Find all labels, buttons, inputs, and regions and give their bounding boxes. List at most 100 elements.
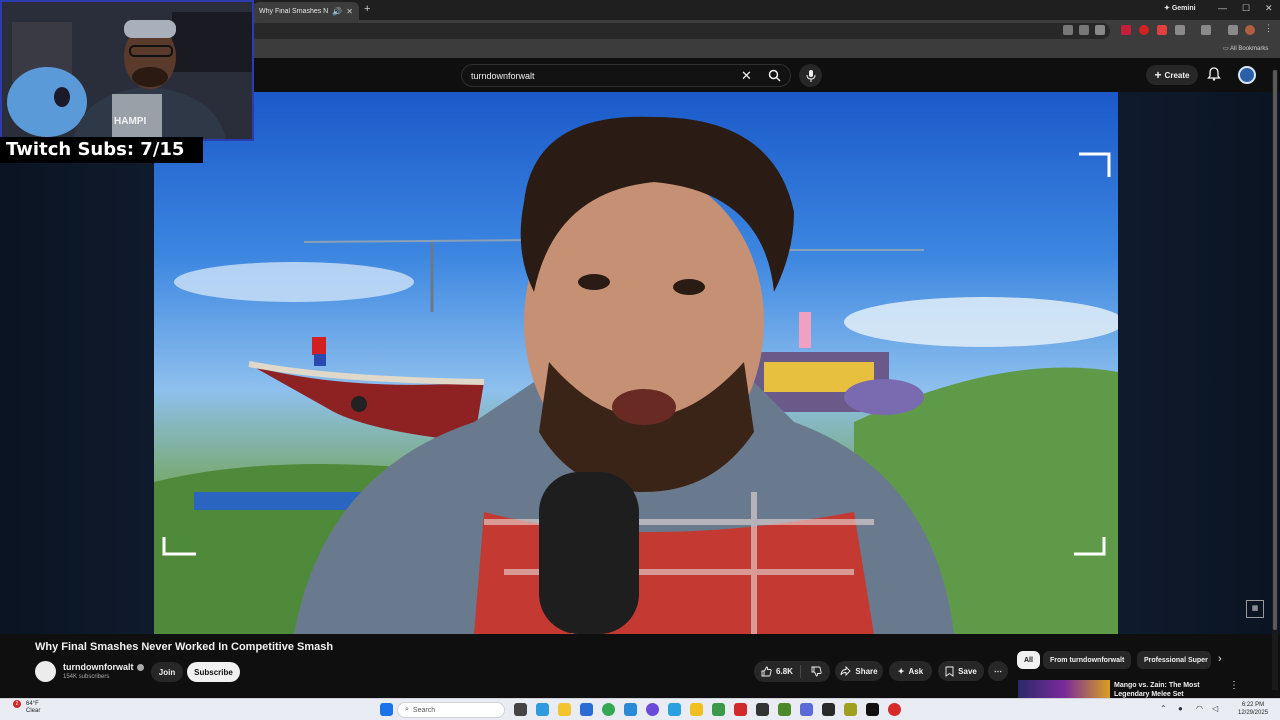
app-icon[interactable] bbox=[734, 703, 747, 716]
save-label: Save bbox=[958, 666, 977, 676]
profile-avatar-icon[interactable] bbox=[1245, 25, 1255, 35]
more-icon: ⋯ bbox=[994, 666, 1002, 676]
notifications-bell-icon[interactable] bbox=[1207, 67, 1221, 81]
voice-search-button[interactable] bbox=[799, 64, 822, 87]
clock-time: 6:22 PM bbox=[1241, 702, 1265, 708]
channel-name: turndownforwalt bbox=[63, 662, 134, 672]
channel-avatar[interactable] bbox=[35, 661, 56, 682]
share-button[interactable]: Share bbox=[835, 661, 883, 681]
app-icon[interactable] bbox=[690, 703, 703, 716]
ask-label: Ask bbox=[908, 666, 924, 676]
weather-condition: Clear bbox=[26, 708, 41, 714]
tray-app-icon[interactable]: ● bbox=[1178, 704, 1183, 713]
search-input[interactable]: turndownforwalt bbox=[471, 71, 535, 81]
join-button[interactable]: Join bbox=[151, 662, 183, 682]
app-icon[interactable] bbox=[866, 703, 879, 716]
copilot-icon[interactable] bbox=[536, 703, 549, 716]
app-icon[interactable] bbox=[668, 703, 681, 716]
downloads-icon[interactable] bbox=[1228, 25, 1238, 35]
chip-from-channel[interactable]: From turndownforwalt bbox=[1043, 651, 1132, 669]
extension-icon[interactable] bbox=[1121, 25, 1131, 35]
video-title: Why Final Smashes Never Worked In Compet… bbox=[35, 641, 334, 653]
browser-tab[interactable]: Why Final Smashes Never W 🔊 ✕ bbox=[253, 2, 359, 20]
recommendation-thumbnail[interactable] bbox=[1018, 680, 1110, 698]
task-view-icon[interactable] bbox=[514, 703, 527, 716]
app-icon[interactable] bbox=[624, 703, 637, 716]
maximize-icon[interactable]: ☐ bbox=[1242, 3, 1250, 14]
sparkle-icon: ✦ bbox=[897, 666, 905, 676]
app-icon[interactable] bbox=[800, 703, 813, 716]
search-box[interactable]: turndownforwalt ✕ bbox=[461, 64, 791, 87]
wifi-icon[interactable]: ◠ bbox=[1196, 704, 1203, 713]
all-bookmarks-button[interactable]: ▭ All Bookmarks bbox=[1223, 45, 1268, 52]
app-icon[interactable] bbox=[756, 703, 769, 716]
system-clock[interactable]: 6:22 PM 12/29/2025 bbox=[1238, 701, 1268, 717]
plus-icon: + bbox=[1154, 68, 1162, 82]
cast-icon[interactable] bbox=[1079, 25, 1089, 35]
bookmark-icon bbox=[945, 666, 954, 677]
subscribe-label: Subscribe bbox=[194, 667, 233, 677]
app-icon[interactable] bbox=[712, 703, 725, 716]
search-button[interactable] bbox=[757, 64, 791, 87]
more-actions-button[interactable]: ⋯ bbox=[988, 661, 1008, 681]
windows-taskbar: 64°F Clear 2 ⌕ Search ⌃ ● ◠ ◁ 6:22 PM 12… bbox=[0, 698, 1280, 720]
share-label: Share bbox=[855, 666, 878, 676]
video-player[interactable] bbox=[154, 92, 1118, 634]
recommendation-menu-icon[interactable]: ⋮ bbox=[1229, 680, 1239, 691]
weather-badge: 2 bbox=[13, 700, 21, 708]
chrome-icon[interactable] bbox=[602, 703, 615, 716]
tray-chevron-icon[interactable]: ⌃ bbox=[1160, 704, 1167, 713]
search-icon bbox=[768, 69, 781, 82]
all-bookmarks-label: All Bookmarks bbox=[1230, 46, 1269, 52]
app-icon[interactable] bbox=[888, 703, 901, 716]
app-icon[interactable] bbox=[580, 703, 593, 716]
zoom-icon[interactable] bbox=[1063, 25, 1073, 35]
recommendation-title[interactable]: Mango vs. Zain: The Most Legendary Melee… bbox=[1114, 681, 1214, 698]
account-avatar[interactable] bbox=[1238, 66, 1256, 84]
clear-search-icon[interactable]: ✕ bbox=[741, 68, 752, 84]
search-icon: ⌕ bbox=[405, 706, 409, 713]
svg-text:HAMPI: HAMPI bbox=[114, 116, 146, 127]
chevron-right-icon[interactable]: › bbox=[1218, 653, 1222, 665]
ask-button[interactable]: ✦ Ask bbox=[889, 661, 932, 681]
clock-date: 12/29/2025 bbox=[1238, 710, 1269, 716]
extension-icon[interactable] bbox=[1157, 25, 1167, 35]
chip-all[interactable]: All bbox=[1017, 651, 1040, 669]
windows-start-icon[interactable] bbox=[380, 703, 393, 716]
volume-icon[interactable]: ◁ bbox=[1212, 704, 1218, 713]
scrollbar-thumb[interactable] bbox=[1273, 70, 1277, 630]
dislike-button[interactable] bbox=[804, 661, 828, 682]
file-explorer-icon[interactable] bbox=[558, 703, 571, 716]
like-divider bbox=[800, 665, 801, 678]
microphone-icon bbox=[806, 69, 815, 82]
thumbs-down-icon bbox=[811, 666, 822, 677]
thumbs-up-icon bbox=[761, 666, 772, 677]
save-button[interactable]: Save bbox=[938, 661, 984, 681]
gemini-button[interactable]: ✦ Gemini bbox=[1164, 4, 1196, 12]
join-label: Join bbox=[158, 667, 176, 677]
app-icon[interactable] bbox=[822, 703, 835, 716]
webcam-feed: HAMPI bbox=[2, 2, 252, 139]
taskbar-search[interactable]: ⌕ Search bbox=[397, 702, 505, 718]
omnibox[interactable] bbox=[250, 23, 1110, 39]
minimize-icon[interactable]: — bbox=[1218, 3, 1227, 13]
like-button[interactable]: 6.8K bbox=[754, 661, 800, 682]
menu-icon[interactable]: ⋮ bbox=[1264, 23, 1274, 33]
speaker-icon[interactable]: 🔊 bbox=[332, 7, 342, 16]
extension-icon[interactable] bbox=[1139, 25, 1149, 35]
app-icon[interactable] bbox=[778, 703, 791, 716]
webcam-overlay: HAMPI bbox=[0, 0, 254, 141]
extensions-puzzle-icon[interactable] bbox=[1175, 25, 1185, 35]
new-tab-icon[interactable]: + bbox=[364, 3, 370, 15]
star-icon[interactable] bbox=[1095, 25, 1105, 35]
create-button[interactable]: + Create bbox=[1146, 65, 1198, 85]
chip-professional[interactable]: Professional Super bbox=[1137, 651, 1211, 669]
twitch-subs-banner: Twitch Subs: 7/15 bbox=[0, 137, 203, 163]
app-icon[interactable] bbox=[844, 703, 857, 716]
app-icon[interactable] bbox=[646, 703, 659, 716]
side-panel-icon[interactable] bbox=[1201, 25, 1211, 35]
subscribe-button[interactable]: Subscribe bbox=[187, 662, 240, 682]
close-tab-icon[interactable]: ✕ bbox=[346, 7, 353, 16]
channel-name-link[interactable]: turndownforwalt bbox=[63, 662, 144, 672]
close-window-icon[interactable]: ✕ bbox=[1265, 3, 1273, 14]
